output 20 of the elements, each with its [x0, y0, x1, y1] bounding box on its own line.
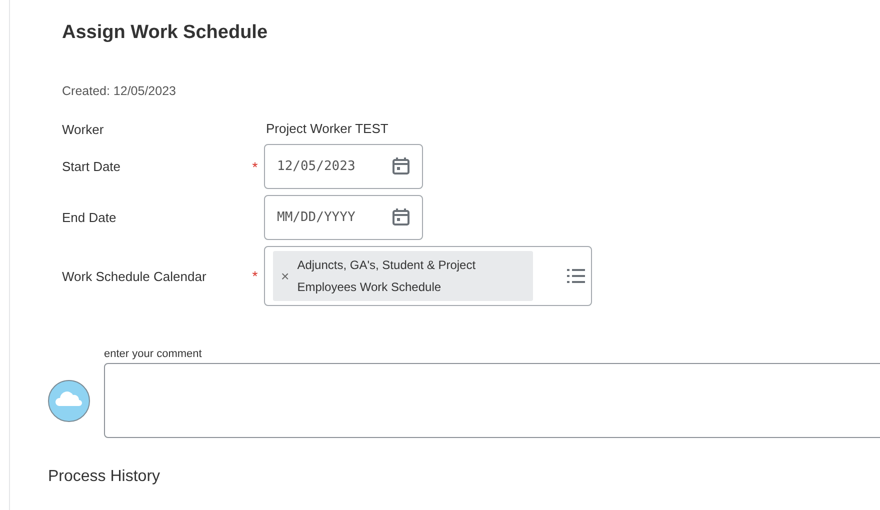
date-field[interactable]: MM/DD/YYYY	[264, 195, 423, 240]
section-heading: Process History	[48, 468, 162, 486]
list-icon[interactable]	[567, 269, 585, 283]
field-label: Work Schedule Calendar	[62, 268, 208, 284]
field-label: Worker	[62, 122, 105, 136]
created-date: Created: 12/05/2023	[62, 84, 177, 98]
required-marker: *	[251, 268, 259, 284]
worker-name: Project Worker TEST	[265, 121, 388, 138]
field-label: End Date	[62, 210, 118, 225]
date-field[interactable]: 12/05/2023	[264, 144, 423, 189]
comment-field[interactable]	[104, 363, 880, 438]
page-title: Assign Work Schedule	[62, 21, 269, 45]
chip-label: Adjuncts, GA's, Student & Project Employees Work Schedule	[297, 257, 477, 296]
comment-label: enter your comment	[104, 348, 203, 360]
multiselect-field[interactable]: × Adjuncts, GA's, Student & Project Employees Work Schedule	[264, 246, 592, 306]
cloud-avatar-icon	[48, 380, 90, 422]
calendar-icon[interactable]	[391, 156, 411, 176]
calendar-icon[interactable]	[391, 207, 411, 227]
field-label: Start Date	[62, 159, 122, 174]
required-marker: *	[251, 158, 259, 174]
